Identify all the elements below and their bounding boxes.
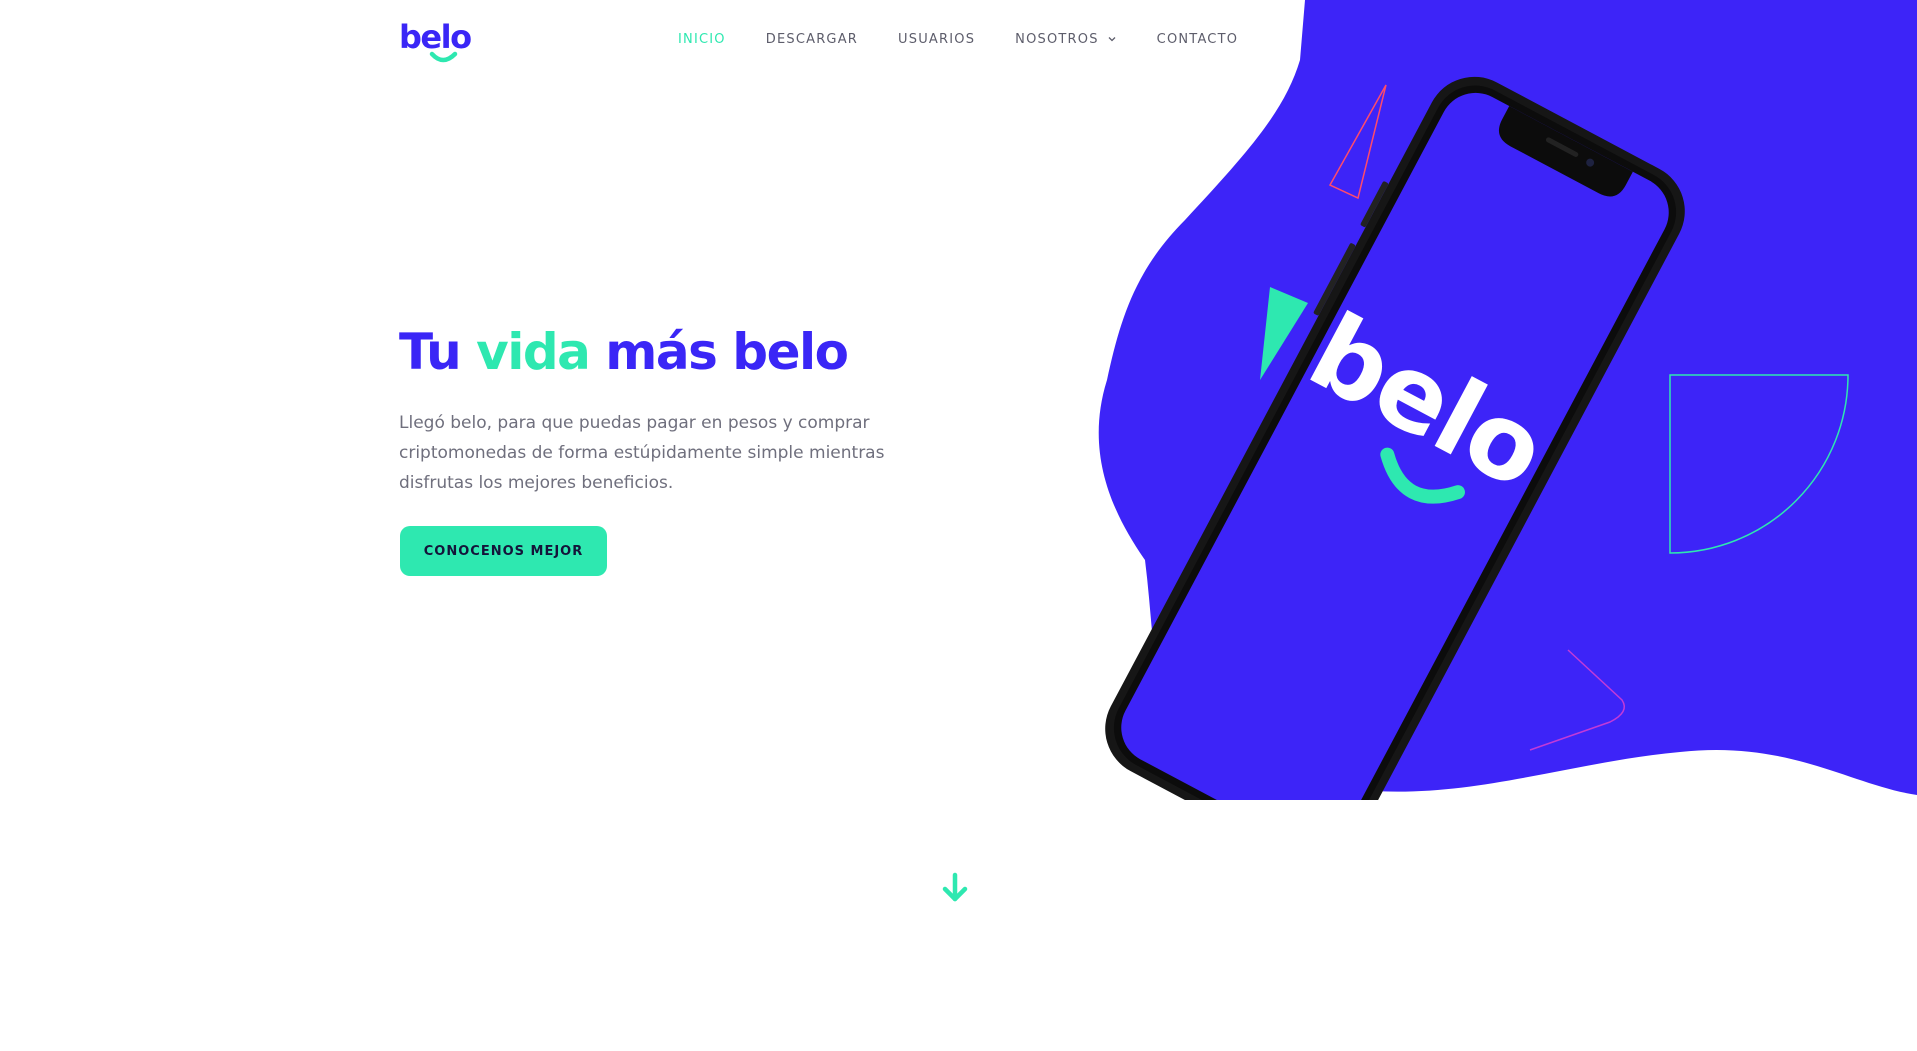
hero-title-part2: más belo (589, 323, 849, 381)
belo-logo[interactable]: belo (399, 20, 475, 64)
chevron-down-icon (1108, 37, 1116, 42)
nav-descargar[interactable]: DESCARGAR (766, 32, 858, 47)
nav-nosotros[interactable]: NOSOTROS (1015, 32, 1117, 47)
nav-usuarios[interactable]: USUARIOS (898, 32, 975, 47)
hero-illustration: belo (1098, 0, 1917, 800)
hero-description: Llegó belo, para que puedas pagar en pes… (399, 413, 885, 493)
svg-text:belo: belo (399, 20, 471, 56)
nav-nosotros-label: NOSOTROS (1015, 31, 1099, 47)
nav-inicio[interactable]: INICIO (678, 32, 726, 47)
hero-title-accent: vida (476, 323, 591, 381)
main-nav: INICIO DESCARGAR USUARIOS NOSOTROS CONTA… (678, 31, 1238, 47)
landing-page: belo belo INICIO DESCARGAR USUARIOS NOSO… (0, 0, 1917, 1051)
arrow-down-icon[interactable] (940, 872, 970, 904)
hero-title: Tu vida más belo (399, 318, 849, 386)
conocenos-mejor-button[interactable]: CONOCENOS MEJOR (400, 526, 607, 576)
nav-contacto[interactable]: CONTACTO (1157, 32, 1238, 47)
hero-title-part1: Tu (399, 323, 477, 381)
